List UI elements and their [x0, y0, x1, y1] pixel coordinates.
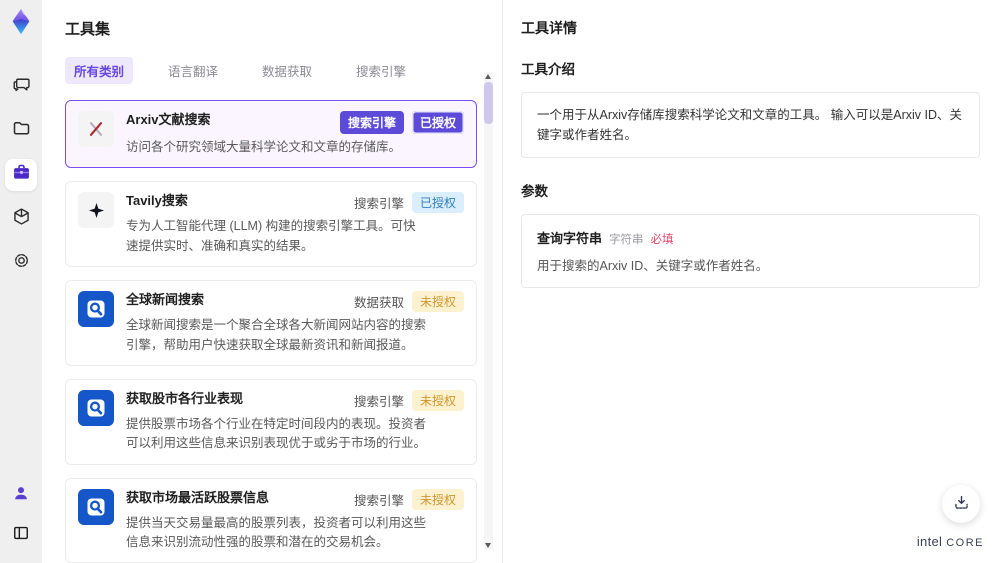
- category-tabs: 所有类别 语言翻译 数据获取 搜索引擎: [65, 57, 502, 84]
- tool-description: 提供股票市场各个行业在特定时间段内的表现。投资者可以利用这些信息来识别表现优于或…: [126, 416, 427, 451]
- cube-icon: [11, 206, 32, 232]
- tool-description: 全球新闻搜索是一个聚合全球各大新闻网站内容的搜索引擎，帮助用户快速获取全球最新资…: [126, 318, 427, 352]
- tool-body: 获取市场最活跃股票信息 搜索引擎 未授权 提供当天交易量最高的股票列表，投资者可…: [126, 488, 464, 553]
- tool-body: Arxiv文献搜索 搜索引擎 已授权 访问各个研究领域大量科学论文和文章的存储库…: [126, 111, 464, 157]
- sidebar: [0, 0, 42, 563]
- user-icon: [11, 483, 31, 508]
- tool-body: 获取股市各行业表现 搜索引擎 未授权 提供股票市场各个行业在特定时间段内的表现。…: [126, 389, 464, 454]
- page-title: 工具集: [65, 21, 111, 38]
- tab-language-translation[interactable]: 语言翻译: [159, 57, 227, 84]
- detail-title: 工具详情: [521, 20, 577, 36]
- tool-badges: 搜索引擎 已授权: [339, 111, 464, 134]
- app-window: 工具集 所有类别 语言翻译 数据获取 搜索引擎 Arxiv文献搜索 搜索引擎 已…: [0, 0, 1000, 563]
- tool-category-badge: 数据获取: [353, 296, 404, 311]
- tool-card[interactable]: 获取股市各行业表现 搜索引擎 未授权 提供股票市场各个行业在特定时间段内的表现。…: [65, 378, 477, 465]
- blue-magnifier-icon: [78, 488, 114, 525]
- tavily-star-icon: [78, 192, 114, 229]
- tool-name: 全球新闻搜索: [126, 292, 205, 308]
- tool-badges: 数据获取 未授权: [353, 291, 464, 313]
- tool-status-badge: 未授权: [411, 291, 464, 313]
- sidebar-item-files[interactable]: [5, 115, 37, 147]
- tool-status-badge: 已授权: [411, 192, 464, 214]
- gem-logo-icon: [6, 7, 36, 37]
- sidebar-item-collapse[interactable]: [5, 519, 37, 551]
- tool-detail-panel: 工具详情 工具介绍 一个用于从Arxiv存储库搜索科学论文和文章的工具。 输入可…: [502, 0, 1000, 563]
- tool-body: 全球新闻搜索 数据获取 未授权 全球新闻搜索是一个聚合全球各大新闻网站内容的搜索…: [126, 291, 464, 355]
- tool-name: 获取股市各行业表现: [126, 390, 244, 406]
- tab-all-categories[interactable]: 所有类别: [65, 57, 134, 84]
- tool-card[interactable]: Tavily搜索 搜索引擎 已授权 专为人工智能代理 (LLM) 构建的搜索引擎…: [65, 181, 477, 268]
- params-section-title: 参数: [521, 184, 548, 199]
- tool-intro-card: 一个用于从Arxiv存储库搜索科学论文和文章的工具。 输入可以是Arxiv ID…: [521, 92, 980, 158]
- settings-icon: [11, 250, 32, 276]
- tool-status-badge: 已授权: [411, 111, 464, 134]
- param-name: 查询字符串: [537, 231, 603, 246]
- download-icon: [952, 493, 971, 515]
- tool-card[interactable]: 全球新闻搜索 数据获取 未授权 全球新闻搜索是一个聚合全球各大新闻网站内容的搜索…: [65, 280, 477, 366]
- intel-core-logo: intel CORE: [917, 534, 984, 549]
- sidebar-nav: [5, 71, 37, 279]
- tool-name: Arxiv文献搜索: [126, 112, 211, 127]
- tool-category-badge: 搜索引擎: [339, 111, 404, 134]
- core-logo-text: CORE: [946, 537, 984, 549]
- param-card: 查询字符串 字符串 必填 用于搜索的Arxiv ID、关键字或作者姓名。: [521, 214, 980, 288]
- arxiv-logo-icon: [78, 111, 114, 147]
- tool-badges: 搜索引擎 未授权: [353, 389, 464, 411]
- tool-badges: 搜索引擎 已授权: [353, 192, 464, 214]
- toolbox-icon: [11, 162, 32, 188]
- tool-description: 访问各个研究领域大量科学论文和文章的存储库。: [126, 140, 402, 154]
- intel-logo-text: intel: [916, 534, 943, 549]
- tool-description: 提供当天交易量最高的股票列表，投资者可以利用这些信息来识别流动性强的股票和潜在的…: [126, 515, 427, 549]
- tool-category-badge: 搜索引擎: [353, 197, 404, 212]
- tool-list: Arxiv文献搜索 搜索引擎 已授权 访问各个研究领域大量科学论文和文章的存储库…: [65, 100, 477, 563]
- param-description: 用于搜索的Arxiv ID、关键字或作者姓名。: [537, 259, 769, 273]
- tab-search-engine[interactable]: 搜索引擎: [347, 57, 415, 84]
- param-required-badge: 必填: [650, 234, 674, 246]
- scroll-up-icon[interactable]: [485, 74, 491, 79]
- tool-name: 获取市场最活跃股票信息: [126, 489, 270, 505]
- sidebar-item-tools[interactable]: [5, 159, 37, 191]
- tool-body: Tavily搜索 搜索引擎 已授权 专为人工智能代理 (LLM) 构建的搜索引擎…: [126, 192, 464, 256]
- param-type: 字符串: [609, 234, 644, 246]
- chat-icon: [11, 74, 32, 100]
- tool-category-badge: 搜索引擎: [353, 394, 404, 409]
- sidebar-item-chat[interactable]: [5, 71, 37, 103]
- tab-data-fetch[interactable]: 数据获取: [253, 57, 321, 84]
- panel-toggle-icon: [11, 523, 31, 548]
- scrollbar[interactable]: [484, 72, 493, 550]
- sidebar-bottom: [5, 479, 37, 551]
- tool-status-badge: 未授权: [411, 488, 464, 510]
- blue-magnifier-icon: [78, 389, 114, 426]
- sidebar-item-plugins[interactable]: [5, 203, 37, 235]
- sidebar-item-account[interactable]: [5, 479, 37, 511]
- tool-description: 专为人工智能代理 (LLM) 构建的搜索引擎工具。可快速提供实时、准确和真实的结…: [126, 219, 416, 253]
- tool-list-panel: 工具集 所有类别 语言翻译 数据获取 搜索引擎 Arxiv文献搜索 搜索引擎 已…: [42, 0, 502, 563]
- folder-icon: [11, 118, 32, 144]
- tool-card[interactable]: Arxiv文献搜索 搜索引擎 已授权 访问各个研究领域大量科学论文和文章的存储库…: [65, 100, 477, 169]
- scrollbar-thumb[interactable]: [484, 82, 493, 124]
- sidebar-item-settings[interactable]: [5, 247, 37, 279]
- download-button[interactable]: [942, 485, 980, 523]
- scroll-down-icon[interactable]: [485, 543, 491, 548]
- intro-section-title: 工具介绍: [521, 62, 575, 77]
- tool-card[interactable]: 获取市场最活跃股票信息 搜索引擎 未授权 提供当天交易量最高的股票列表，投资者可…: [65, 477, 477, 563]
- tool-badges: 搜索引擎 未授权: [353, 488, 464, 510]
- param-header: 查询字符串 字符串 必填: [537, 228, 964, 247]
- tool-category-badge: 搜索引擎: [353, 493, 404, 508]
- blue-magnifier-icon: [78, 291, 114, 328]
- tool-status-badge: 未授权: [411, 389, 464, 411]
- tool-name: Tavily搜索: [126, 193, 188, 209]
